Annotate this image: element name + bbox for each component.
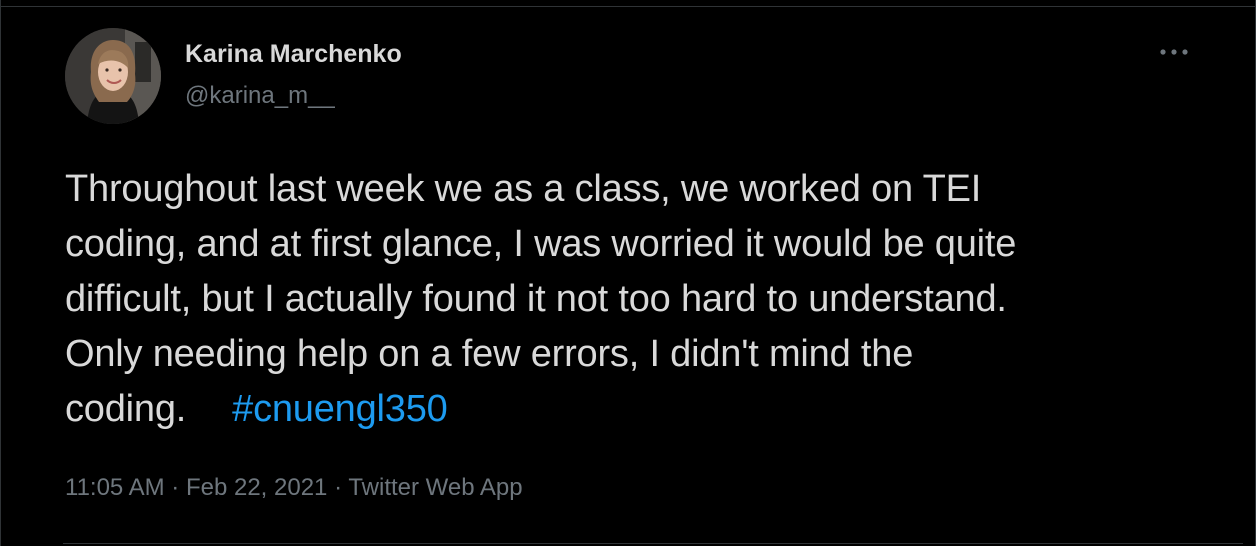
more-options-button[interactable] [1151, 34, 1197, 70]
tweet-metadata: 11:05 AM · Feb 22, 2021 · Twitter Web Ap… [65, 474, 523, 502]
avatar[interactable] [65, 28, 161, 124]
tweet-text-line: Throughout last week we as a class, we w… [65, 168, 982, 210]
hashtag-link[interactable]: #cnuengl350 [232, 388, 448, 430]
bottom-divider [63, 543, 1243, 544]
tweet-card: Karina Marchenko @karina_m__ Throughout … [0, 0, 1256, 546]
tweet-text-line: difficult, but I actually found it not t… [65, 278, 1007, 320]
author-display-name[interactable]: Karina Marchenko [185, 40, 402, 69]
tweet-text-line-last: coding. #cnuengl350 [65, 382, 1225, 437]
top-divider [1, 6, 1256, 7]
tweet-text-line: Only needing help on a few errors, I did… [65, 333, 914, 375]
author-handle[interactable]: @karina_m__ [185, 82, 335, 110]
more-horizontal-icon [1160, 49, 1188, 55]
meta-separator: · [327, 474, 349, 501]
meta-separator: · [164, 474, 186, 501]
avatar-photo [65, 28, 161, 124]
tweet-time-link[interactable]: 11:05 AM [65, 474, 165, 501]
tweet-source-link[interactable]: Twitter Web App [348, 474, 522, 501]
tweet-text-line: coding. [65, 388, 187, 430]
tweet-text-line: coding, and at first glance, I was worri… [65, 223, 1017, 265]
tweet-date-link[interactable]: Feb 22, 2021 [186, 474, 327, 501]
tweet-text: Throughout last week we as a class, we w… [65, 162, 1225, 437]
